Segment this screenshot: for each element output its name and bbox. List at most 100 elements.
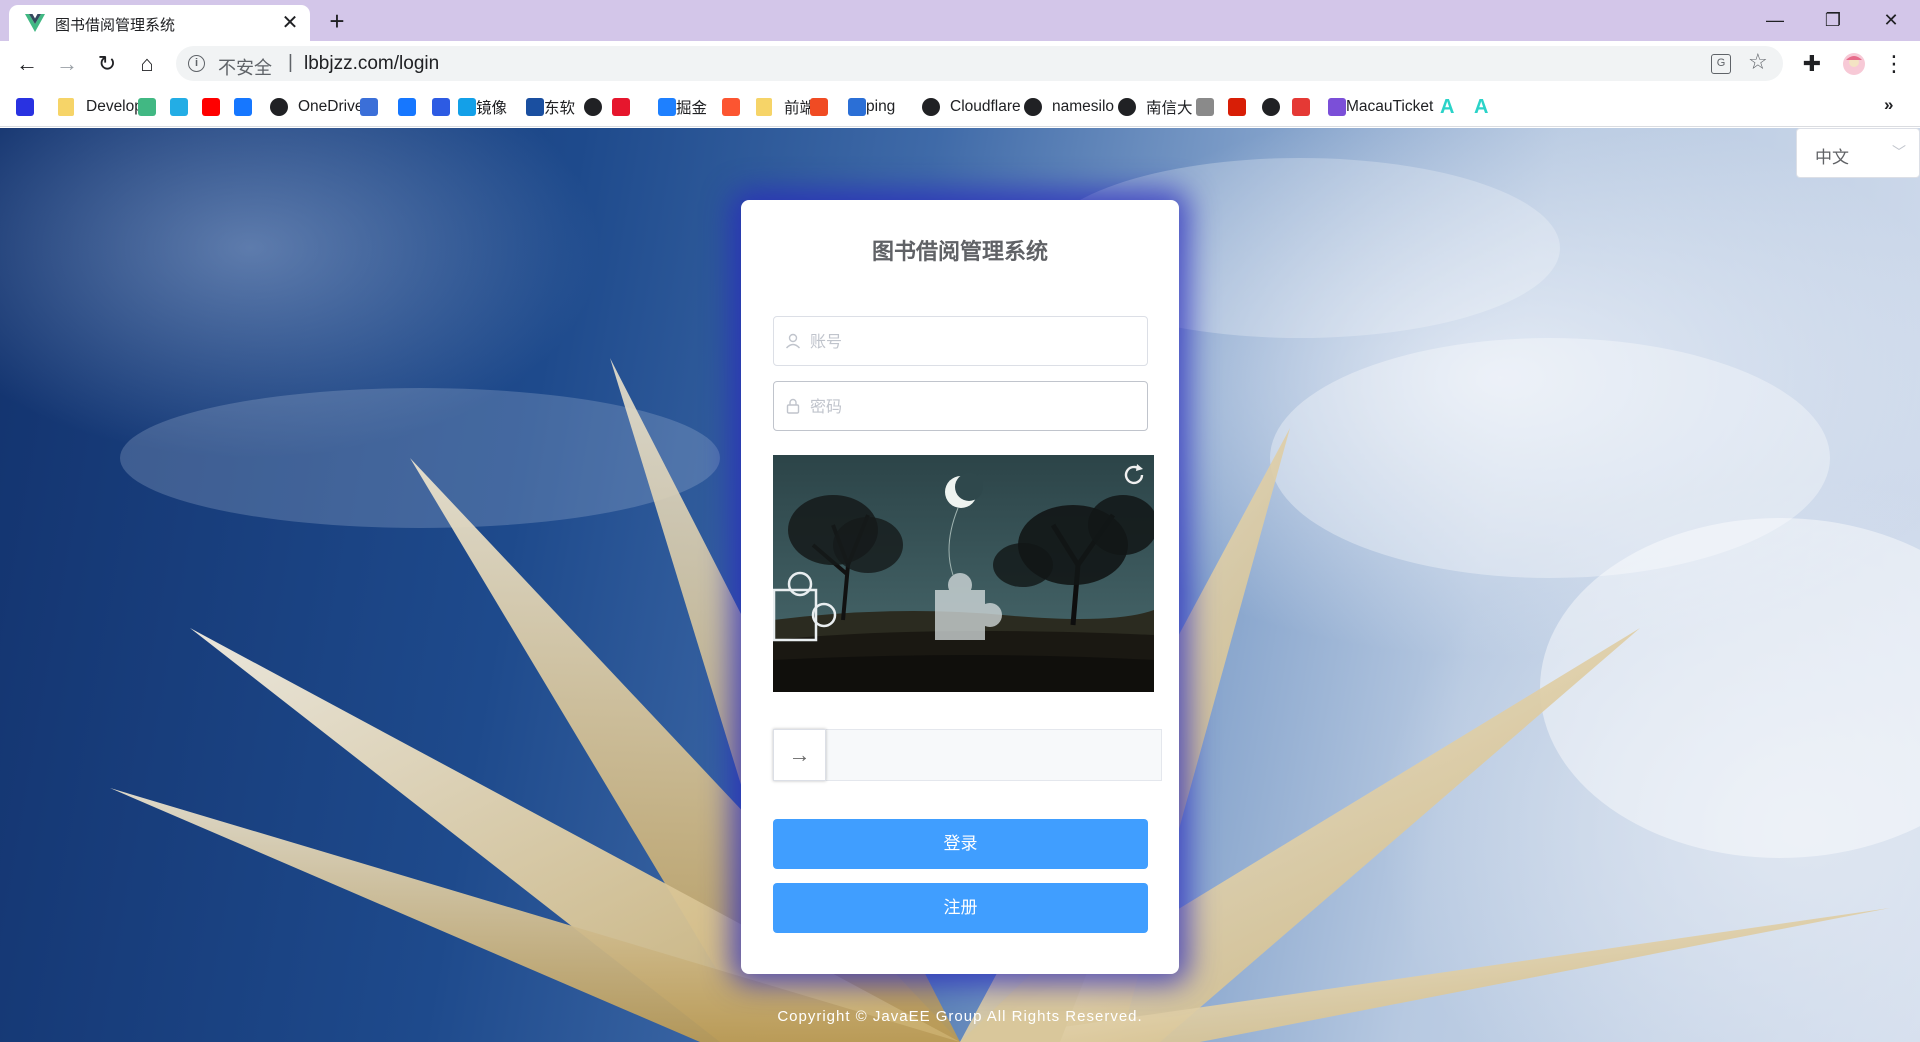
ticket-icon — [1328, 98, 1346, 116]
bookmarks-bar: » Develop OneDrive 镜像 东软 掘金 前端 ping Cloudflare n… — [0, 87, 1920, 127]
dash-icon — [526, 98, 544, 116]
bookmark-镜像[interactable]: 镜像 — [458, 96, 507, 118]
chevron-down-icon: ﹀ — [1892, 144, 1906, 160]
bookmark-label: Develop — [86, 98, 143, 115]
bookmark-南信大[interactable]: 南信大 — [1118, 96, 1193, 118]
bookmark-label: ping — [866, 98, 896, 115]
avatar-icon — [1843, 53, 1865, 75]
captcha-night-scene — [773, 455, 1154, 692]
back-button[interactable]: ← — [11, 48, 43, 80]
bookmark-github[interactable] — [584, 96, 612, 118]
bookmark-card[interactable] — [360, 96, 378, 118]
bookmark-baidu-paw[interactable] — [16, 96, 34, 118]
bookmark-label: MacauTicket — [1346, 98, 1434, 115]
browser-toolbar: ← → ↻ ⌂ i 不安全 | lbbjzz.com/login G ☆ ✚ ⋮ — [0, 41, 1920, 87]
password-input[interactable] — [810, 382, 1140, 430]
new-tab-button[interactable]: + — [322, 6, 352, 36]
profile-avatar[interactable] — [1838, 48, 1870, 80]
username-field[interactable] — [773, 316, 1148, 366]
red-square-icon — [810, 98, 828, 116]
bookmark-youtube-play[interactable] — [202, 96, 220, 118]
bookmark-weibo-ring[interactable] — [612, 96, 630, 118]
username-input[interactable] — [810, 317, 1140, 365]
bookmark-cloud[interactable] — [398, 96, 416, 118]
bookmark-bowtie[interactable] — [432, 96, 450, 118]
bookmark-label: A — [1440, 95, 1455, 118]
refresh-icon[interactable] — [1120, 461, 1148, 489]
bookmark-bilibili-tv[interactable] — [170, 96, 188, 118]
language-selected-value: 中文 — [1815, 148, 1849, 168]
card-icon — [360, 98, 378, 116]
ping-icon — [848, 98, 866, 116]
folder-icon — [58, 98, 74, 116]
bookmark-star-icon[interactable]: ☆ — [1748, 49, 1768, 75]
bookmark-apple[interactable] — [1196, 96, 1214, 118]
captcha-slider-track[interactable]: → — [773, 729, 1162, 781]
captcha-image — [773, 455, 1154, 692]
password-field[interactable] — [773, 381, 1148, 431]
slider-handle-arrow-icon[interactable]: → — [773, 729, 826, 781]
globe-icon — [922, 98, 940, 116]
github-icon — [584, 98, 602, 116]
apple-icon — [1196, 98, 1214, 116]
login-title: 图书借阅管理系统 — [871, 240, 1048, 265]
info-icon[interactable]: i — [188, 55, 205, 72]
tab-strip: 图书借阅管理系统 ✕ + — ❐ ✕ — [0, 0, 1920, 41]
bookmark-a[interactable]: A — [1474, 96, 1488, 118]
lock-icon — [786, 398, 800, 414]
bookmark-label: Cloudflare — [950, 98, 1021, 115]
bookmark-label: 镜像 — [476, 100, 508, 117]
bookmark-ping[interactable]: ping — [848, 96, 895, 118]
reload-button[interactable]: ↻ — [91, 48, 123, 80]
tab-title: 图书借阅管理系统 — [55, 16, 176, 34]
bookmark-东软[interactable]: 东软 — [526, 96, 575, 118]
minimize-button[interactable]: — — [1752, 6, 1798, 34]
bilibili-tv-icon — [170, 98, 188, 116]
bookmark-red-square[interactable] — [810, 96, 828, 118]
bookmark-develop[interactable]: Develop — [58, 96, 143, 118]
gauge-icon — [1292, 98, 1310, 116]
bookmark-csdn-c[interactable] — [722, 96, 740, 118]
close-window-button[interactable]: ✕ — [1868, 6, 1914, 34]
bookmarks-more-icon[interactable]: » — [1884, 95, 1893, 115]
bookmark-掘金[interactable]: 掘金 — [658, 96, 707, 118]
bird-icon — [458, 98, 476, 116]
bookmark-namesilo[interactable]: namesilo — [1024, 96, 1114, 118]
language-select[interactable]: 中文 ﹀ — [1796, 128, 1920, 178]
home-button[interactable]: ⌂ — [131, 48, 163, 80]
globe-icon — [1118, 98, 1136, 116]
url-text[interactable]: lbbjzz.com/login — [304, 53, 439, 75]
bookmark-前端[interactable]: 前端 — [756, 96, 815, 118]
bookmark-vue-v[interactable] — [138, 96, 156, 118]
user-icon — [785, 333, 801, 349]
globe-icon — [270, 98, 288, 116]
folder-icon — [756, 98, 772, 116]
juejin-icon — [658, 98, 676, 116]
forward-button[interactable]: → — [51, 48, 83, 80]
security-label: 不安全 — [218, 58, 272, 79]
bookmark-label: namesilo — [1052, 98, 1115, 115]
bookmark-seal[interactable] — [1228, 96, 1246, 118]
bookmark-a[interactable]: A — [1440, 96, 1454, 118]
bookmark-cloud-link[interactable] — [234, 96, 252, 118]
register-button[interactable]: 注册 — [773, 883, 1148, 933]
page-viewport: 中文 ﹀ 图书借阅管理系统 账号 → 登录 注册 Copyright © Jav… — [0, 128, 1920, 1042]
url-separator: | — [288, 52, 293, 73]
tab-close-icon[interactable]: ✕ — [279, 12, 301, 34]
browser-menu-icon[interactable]: ⋮ — [1878, 48, 1910, 80]
bookmark-cloudflare[interactable]: Cloudflare — [922, 96, 1021, 118]
address-bar[interactable]: i 不安全 | lbbjzz.com/login G ☆ — [176, 46, 1783, 81]
login-button[interactable]: 登录 — [773, 819, 1148, 869]
login-card: 图书借阅管理系统 账号 → 登录 注册 — [741, 200, 1179, 974]
vue-v-icon — [138, 98, 156, 116]
bookmark-globe[interactable] — [1262, 96, 1290, 118]
bookmark-onedrive[interactable]: OneDrive — [270, 96, 363, 118]
bookmark-macauticket[interactable]: MacauTicket — [1328, 96, 1433, 118]
globe-icon — [1262, 98, 1280, 116]
bookmark-gauge[interactable] — [1292, 96, 1310, 118]
maximize-button[interactable]: ❐ — [1810, 6, 1856, 34]
seal-icon — [1228, 98, 1246, 116]
extensions-icon[interactable]: ✚ — [1796, 48, 1828, 80]
translate-icon[interactable]: G — [1711, 54, 1731, 74]
browser-tab[interactable]: 图书借阅管理系统 ✕ — [9, 5, 310, 41]
